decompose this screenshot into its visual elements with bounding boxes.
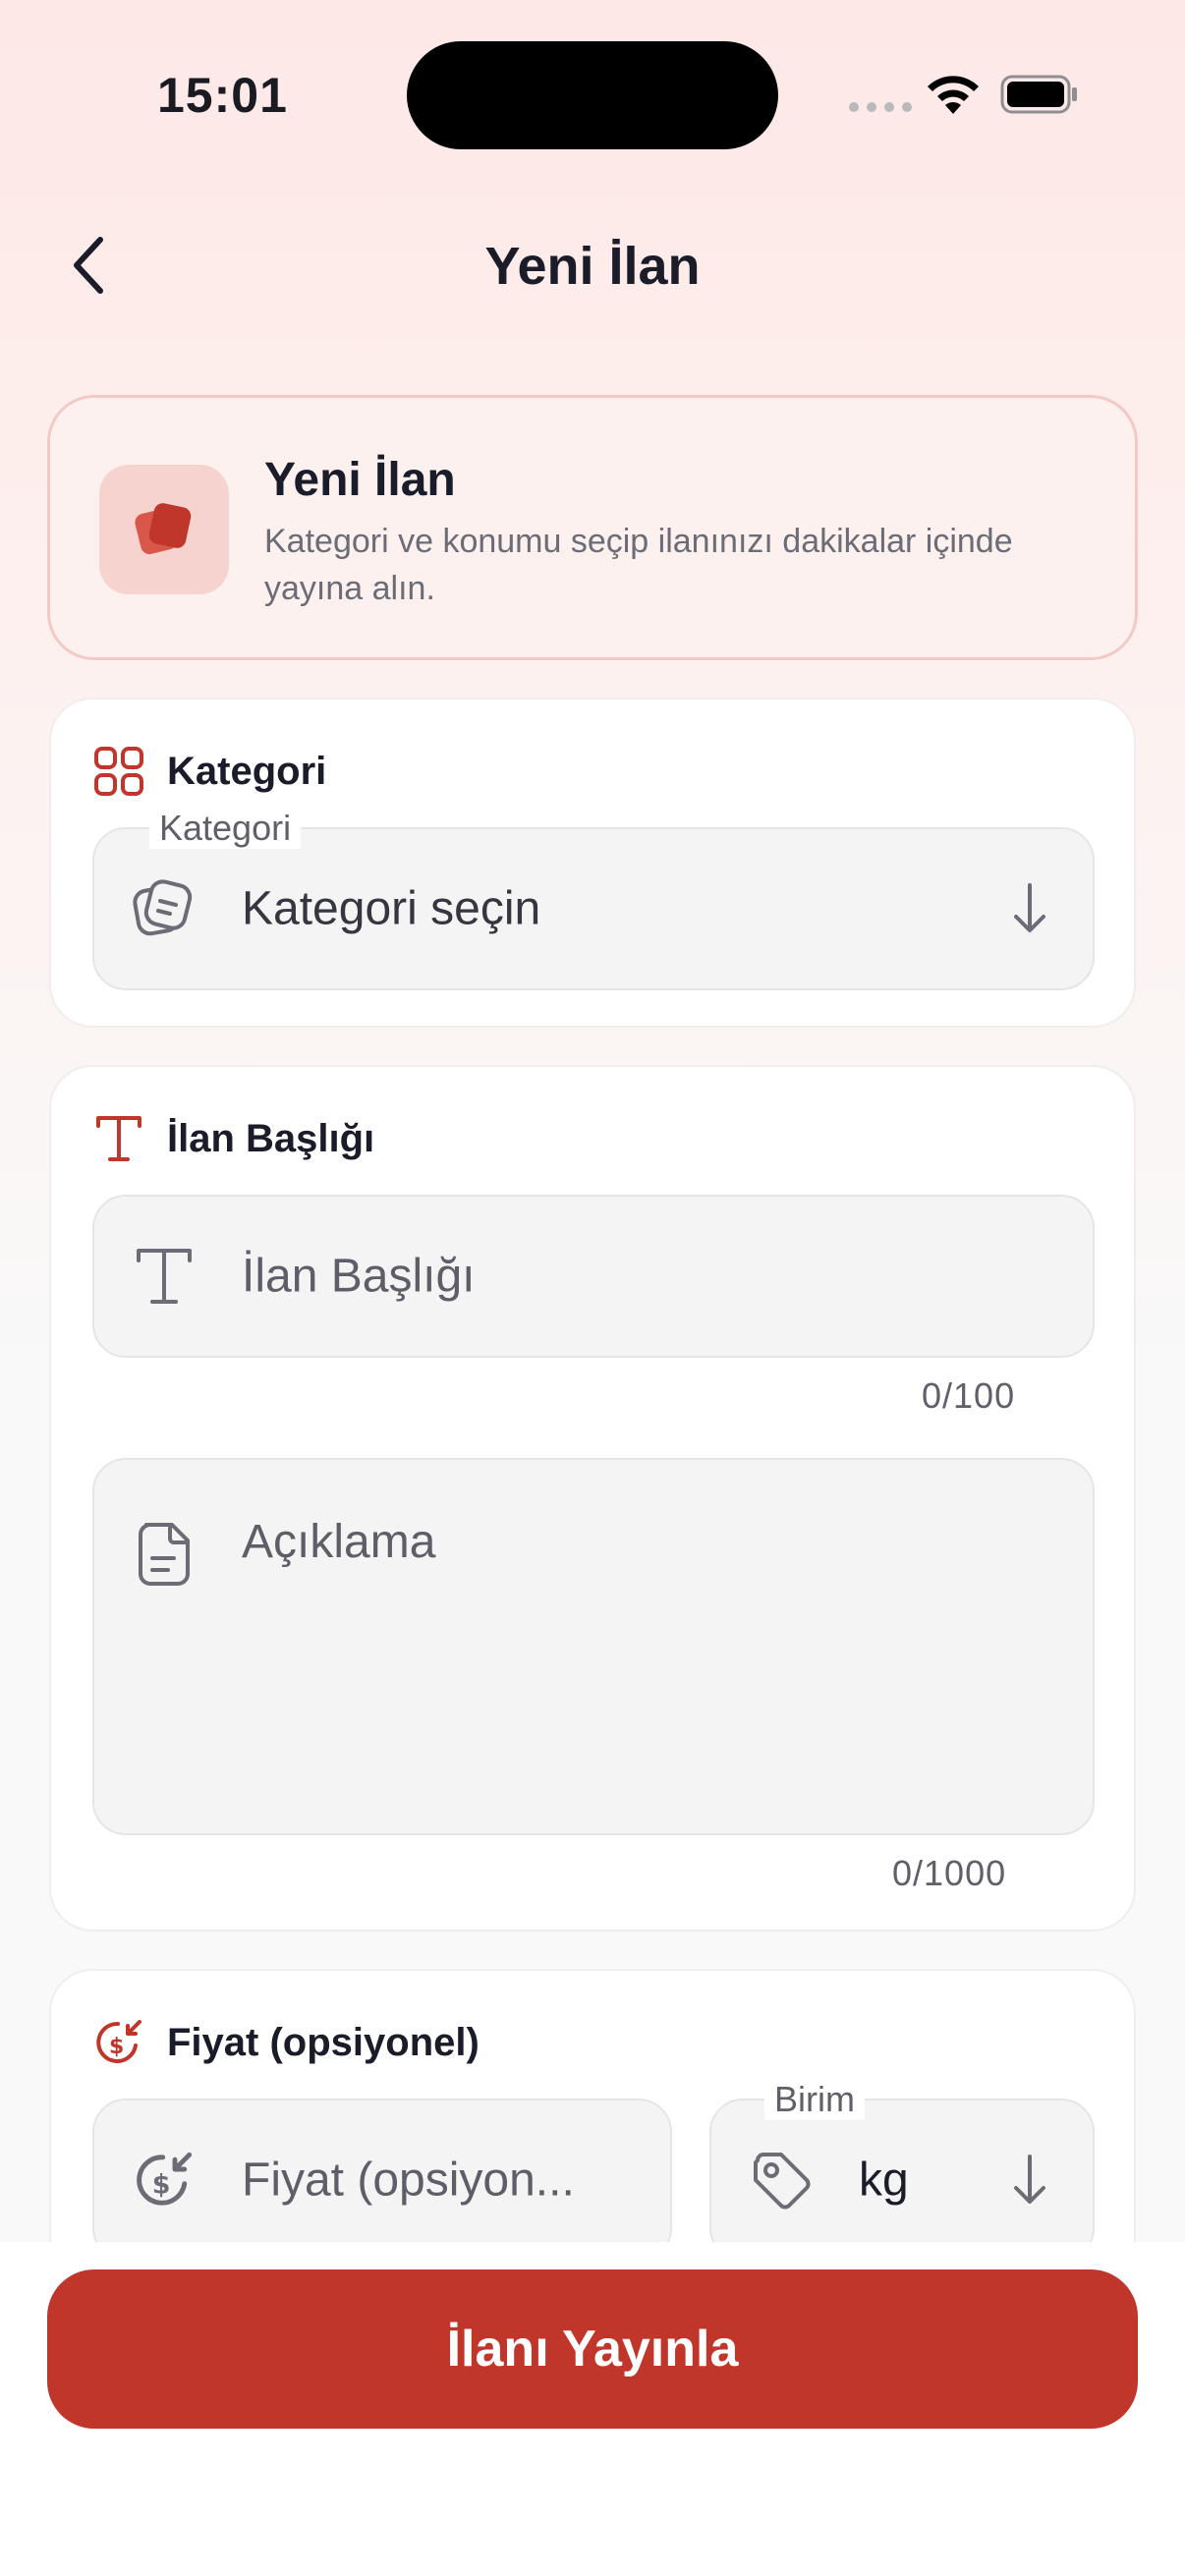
price-icon: $	[137, 2152, 193, 2206]
arrow-down-icon	[1014, 883, 1045, 932]
category-field-icon	[130, 874, 198, 943]
note-icon	[139, 1523, 190, 1586]
listing-title-placeholder: İlan Başlığı	[242, 1250, 476, 1303]
intro-icon-container	[99, 465, 229, 594]
description-char-counter: 0/1000	[892, 1853, 1007, 1893]
category-field-label: Kategori	[149, 808, 302, 849]
price-placeholder: Fiyat (opsiyon...	[242, 2154, 575, 2207]
intro-card: Yeni İlan Kategori ve konumu seçip ilanı…	[47, 395, 1138, 660]
grid-icon	[94, 747, 143, 796]
arrow-down-icon	[1014, 2155, 1045, 2204]
category-card: Kategori Kategori seçin Kategori	[49, 698, 1136, 1028]
status-bar: 15:01	[0, 0, 1185, 187]
battery-icon	[1000, 75, 1077, 114]
status-time: 15:01	[157, 68, 288, 123]
price-section-header: $ Fiyat (opsiyonel)	[92, 2016, 480, 2069]
unit-field-icon	[747, 2146, 816, 2214]
dynamic-island	[407, 41, 778, 149]
listing-title-input[interactable]: İlan Başlığı	[92, 1195, 1095, 1358]
nav-header: Yeni İlan	[0, 196, 1185, 334]
category-tag-icon	[133, 879, 193, 936]
unit-select[interactable]: kg	[709, 2099, 1095, 2262]
unit-field-label: Birim	[764, 2079, 865, 2120]
category-select[interactable]: Kategori seçin	[92, 827, 1095, 990]
price-section-label: Fiyat (opsiyonel)	[167, 2020, 480, 2064]
svg-text:$: $	[152, 2169, 171, 2200]
title-char-counter: 0/100	[922, 1375, 1016, 1416]
intro-description: Kategori ve konumu seçip ilanınızı dakik…	[264, 523, 1013, 607]
stacked-cards-icon	[135, 503, 192, 555]
publish-button[interactable]: İlanı Yayınla	[47, 2269, 1138, 2429]
price-icon: $	[96, 2020, 141, 2063]
page-title: Yeni İlan	[484, 237, 701, 296]
title-field-icon	[130, 1242, 198, 1311]
category-section-header: Kategori	[92, 745, 326, 798]
description-textarea[interactable]: Açıklama	[92, 1458, 1095, 1835]
price-field-icon: $	[130, 2146, 198, 2214]
category-select-value: Kategori seçin	[242, 882, 541, 935]
text-icon	[137, 1249, 192, 1304]
title-section-header: İlan Başlığı	[92, 1112, 374, 1165]
title-section-label: İlan Başlığı	[167, 1116, 375, 1160]
description-field-icon	[130, 1519, 198, 1588]
svg-text:$: $	[109, 2035, 124, 2059]
listing-title-card: İlan Başlığı İlan Başlığı 0/100 Açıklama…	[49, 1065, 1136, 1932]
description-placeholder: Açıklama	[242, 1516, 436, 1568]
intro-title: Yeni İlan	[264, 454, 456, 506]
text-icon	[96, 1116, 141, 1161]
wifi-icon	[928, 76, 979, 114]
category-section-label: Kategori	[167, 749, 327, 793]
cellular-signal-icon	[849, 102, 912, 112]
unit-select-value: kg	[859, 2154, 909, 2207]
price-input[interactable]: $ Fiyat (opsiyon...	[92, 2099, 672, 2262]
tag-icon	[754, 2153, 811, 2210]
